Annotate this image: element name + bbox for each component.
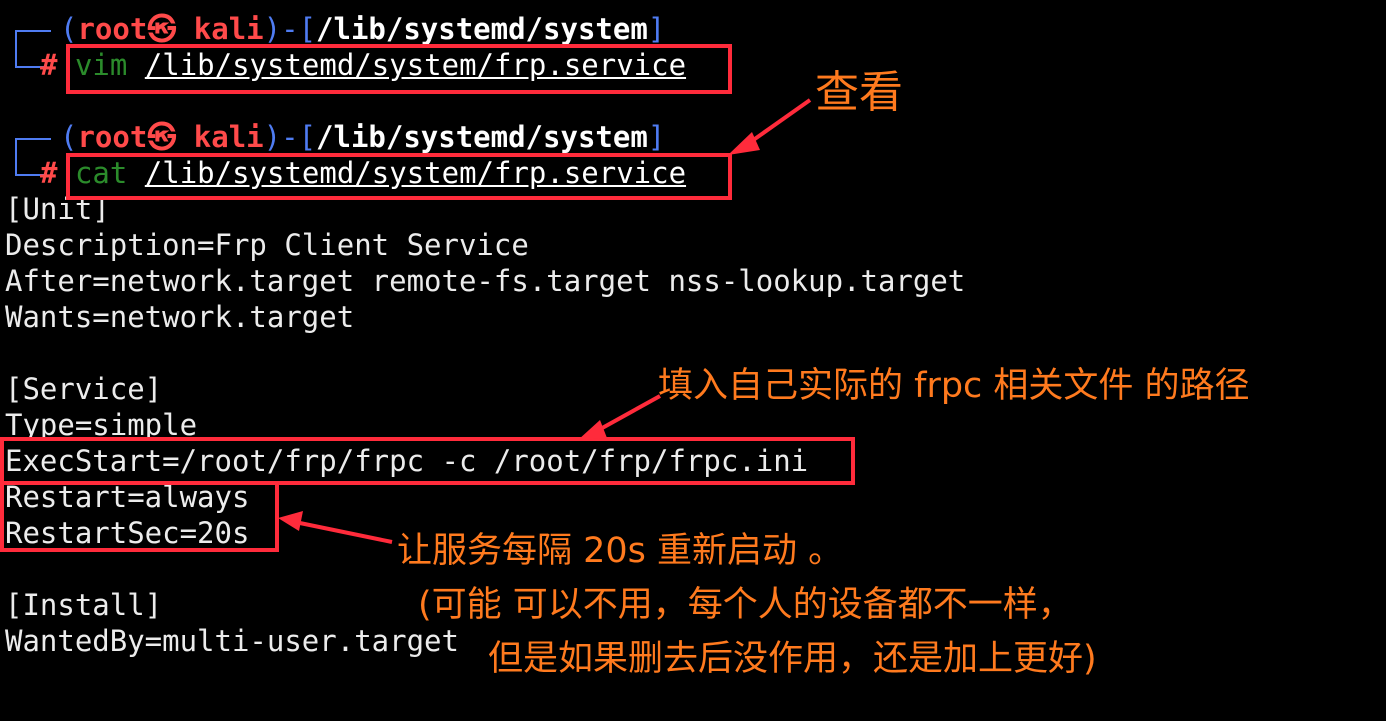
arrow-line-restart: [294, 520, 393, 544]
annotation-note-line3: 但是如果删去后没作用，还是加上更好): [488, 639, 1097, 679]
annotation-view: 查看: [815, 67, 903, 118]
annotation-restart-note: 让服务每隔 20s 重新启动 。: [397, 531, 844, 571]
arrow-head-restart: [278, 511, 303, 531]
arrow-line-path: [594, 394, 661, 434]
annotation-fill-path: 填入自己实际的 frpc 相关文件 的路径: [658, 366, 1250, 406]
arrow-head-view: [728, 132, 760, 155]
annotation-note-line2: (可能 可以不用，每个人的设备都不一样，: [418, 585, 1073, 625]
terminal-window[interactable]: (root㉿ kali)-[/lib/systemd/system] # vim…: [0, 0, 1386, 721]
arrow-head-path: [578, 420, 607, 440]
